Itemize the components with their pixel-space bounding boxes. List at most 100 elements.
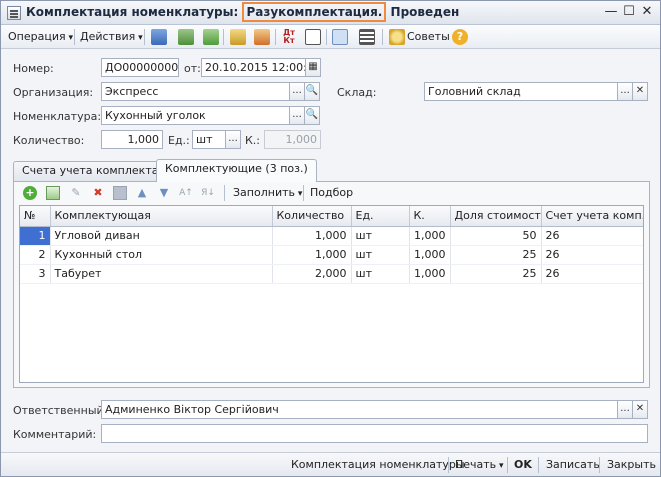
column-header-unit[interactable]: Ед. bbox=[351, 206, 410, 227]
responsible-select-button[interactable]: ... bbox=[617, 400, 633, 419]
column-header-number[interactable]: № bbox=[20, 206, 51, 227]
quantity-field[interactable]: 1,000 bbox=[101, 130, 163, 149]
organization-search-icon[interactable]: 🔍 bbox=[304, 82, 320, 101]
tips-icon[interactable] bbox=[389, 29, 405, 45]
maximize-icon[interactable]: ☐ bbox=[621, 5, 637, 20]
debit-credit-icon[interactable]: Дт Кт bbox=[281, 29, 297, 45]
component-cell[interactable]: Табурет bbox=[50, 264, 273, 284]
toolbar-separator bbox=[303, 185, 304, 201]
sort-desc-icon[interactable]: Я↓ bbox=[201, 186, 215, 200]
item-select-button[interactable]: ... bbox=[289, 106, 305, 125]
comment-field[interactable] bbox=[101, 424, 648, 443]
cost-share-cell[interactable]: 50 bbox=[450, 226, 542, 246]
post-icon[interactable] bbox=[230, 29, 246, 45]
structure-icon[interactable] bbox=[332, 29, 348, 45]
move-up-icon[interactable]: ▲ bbox=[135, 186, 149, 200]
item-search-icon[interactable]: 🔍 bbox=[304, 106, 320, 125]
close-icon[interactable]: ✕ bbox=[639, 5, 655, 20]
toolbar-separator bbox=[223, 29, 224, 45]
command-bar: Комплектация номенклатуры Печать OK Запи… bbox=[1, 452, 660, 476]
actions-menu[interactable]: Действия bbox=[80, 28, 143, 46]
minimize-icon[interactable]: — bbox=[603, 5, 619, 20]
fill-menu[interactable]: Заполнить bbox=[233, 184, 302, 202]
print-menu[interactable]: Печать bbox=[455, 457, 504, 473]
organization-select-button[interactable]: ... bbox=[289, 82, 305, 101]
component-cell[interactable]: Угловой диван bbox=[50, 226, 273, 246]
main-toolbar: Операция Действия ДтКт Советы ? bbox=[1, 25, 660, 49]
copy-icon[interactable] bbox=[203, 29, 219, 45]
end-edit-icon[interactable] bbox=[113, 186, 127, 200]
delete-row-icon[interactable]: ✖ bbox=[91, 186, 105, 200]
unit-select-button[interactable]: ... bbox=[225, 130, 241, 149]
warehouse-clear-icon[interactable]: ✕ bbox=[632, 82, 648, 101]
title-bar: Комплектация номенклатуры: Разукомплекта… bbox=[1, 1, 660, 25]
report-icon[interactable] bbox=[305, 29, 321, 45]
sort-asc-icon[interactable]: A↑ bbox=[179, 186, 193, 200]
bar-separator bbox=[507, 457, 508, 473]
warehouse-field[interactable]: Головний склад bbox=[424, 82, 618, 101]
quantity-cell[interactable]: 1,000 bbox=[272, 226, 352, 246]
close-button[interactable]: Закрыть bbox=[607, 457, 656, 473]
quantity-cell[interactable]: 2,000 bbox=[272, 264, 352, 284]
k-cell[interactable]: 1,000 bbox=[409, 245, 451, 265]
account-cell[interactable]: 26 bbox=[541, 245, 643, 265]
document-kind-link[interactable]: Комплектация номенклатуры bbox=[291, 457, 465, 473]
comment-label: Комментарий: bbox=[13, 428, 97, 441]
toolbar-separator bbox=[275, 29, 276, 45]
account-cell[interactable]: 26 bbox=[541, 264, 643, 284]
item-field[interactable]: Кухонный уголок bbox=[101, 106, 290, 125]
k-cell[interactable]: 1,000 bbox=[409, 264, 451, 284]
unit-cell[interactable]: шт bbox=[351, 264, 410, 284]
tips-button[interactable]: Советы bbox=[407, 28, 450, 46]
responsible-field[interactable]: Админенко Віктор Сергійович bbox=[101, 400, 619, 419]
bar-separator bbox=[448, 457, 449, 473]
help-icon[interactable]: ? bbox=[452, 29, 468, 45]
document-icon bbox=[7, 6, 21, 20]
column-header-k[interactable]: К. bbox=[409, 206, 451, 227]
column-header-component[interactable]: Комплектующая bbox=[50, 206, 273, 227]
unit-field[interactable]: шт bbox=[192, 130, 226, 149]
tab-components[interactable]: Комплектующие (3 поз.) bbox=[156, 159, 317, 182]
list-settings-icon[interactable] bbox=[359, 29, 375, 45]
quantity-cell[interactable]: 1,000 bbox=[272, 245, 352, 265]
unpost-icon[interactable] bbox=[254, 29, 270, 45]
edit-row-icon[interactable]: ✎ bbox=[69, 186, 83, 200]
unit-cell[interactable]: шт bbox=[351, 245, 410, 265]
components-toolbar: + ✎ ✖ ▲ ▼ A↑ Я↓ Заполнить Подбор bbox=[14, 182, 649, 204]
column-header-quantity[interactable]: Количество bbox=[272, 206, 352, 227]
row-number: 2 bbox=[20, 245, 51, 265]
refresh-icon[interactable] bbox=[178, 29, 194, 45]
table-row[interactable]: 3 Табурет 2,000 шт 1,000 25 26 bbox=[20, 264, 643, 284]
component-cell[interactable]: Кухонный стол bbox=[50, 245, 273, 265]
move-down-icon[interactable]: ▼ bbox=[157, 186, 171, 200]
column-header-cost-share[interactable]: Доля стоимости bbox=[450, 206, 542, 227]
organization-field[interactable]: Экспресс bbox=[101, 82, 290, 101]
warehouse-select-button[interactable]: ... bbox=[617, 82, 633, 101]
warehouse-label: Склад: bbox=[337, 86, 377, 99]
add-row-icon[interactable]: + bbox=[23, 186, 37, 200]
table-row[interactable]: 1 Угловой диван 1,000 шт 1,000 50 26 bbox=[20, 226, 643, 246]
date-field[interactable]: 20.10.2015 12:00:00 bbox=[201, 58, 306, 77]
cost-share-cell[interactable]: 25 bbox=[450, 245, 542, 265]
ok-button[interactable]: OK bbox=[514, 457, 532, 473]
cost-share-cell[interactable]: 25 bbox=[450, 264, 542, 284]
tab-kit-accounts[interactable]: Счета учета комплекта bbox=[13, 161, 168, 181]
document-window: Комплектация номенклатуры: Разукомплекта… bbox=[0, 0, 661, 477]
unit-cell[interactable]: шт bbox=[351, 226, 410, 246]
post-and-close-icon[interactable] bbox=[151, 29, 167, 45]
responsible-clear-icon[interactable]: ✕ bbox=[632, 400, 648, 419]
k-cell[interactable]: 1,000 bbox=[409, 226, 451, 246]
column-header-account[interactable]: Счет учета комп... bbox=[541, 206, 643, 227]
number-field[interactable]: ДО000000002 bbox=[101, 58, 179, 77]
unit-label: Ед.: bbox=[168, 134, 190, 147]
calendar-icon[interactable]: ▦ bbox=[305, 58, 321, 77]
operation-menu[interactable]: Операция bbox=[8, 28, 73, 46]
copy-row-icon[interactable] bbox=[46, 186, 60, 200]
save-button[interactable]: Записать bbox=[546, 457, 600, 473]
pick-button[interactable]: Подбор bbox=[310, 184, 353, 202]
table-row[interactable]: 2 Кухонный стол 1,000 шт 1,000 25 26 bbox=[20, 245, 643, 265]
account-cell[interactable]: 26 bbox=[541, 226, 643, 246]
bar-separator bbox=[599, 457, 600, 473]
title-status: Проведен bbox=[390, 5, 460, 19]
components-panel: + ✎ ✖ ▲ ▼ A↑ Я↓ Заполнить Подбор № bbox=[13, 181, 650, 388]
